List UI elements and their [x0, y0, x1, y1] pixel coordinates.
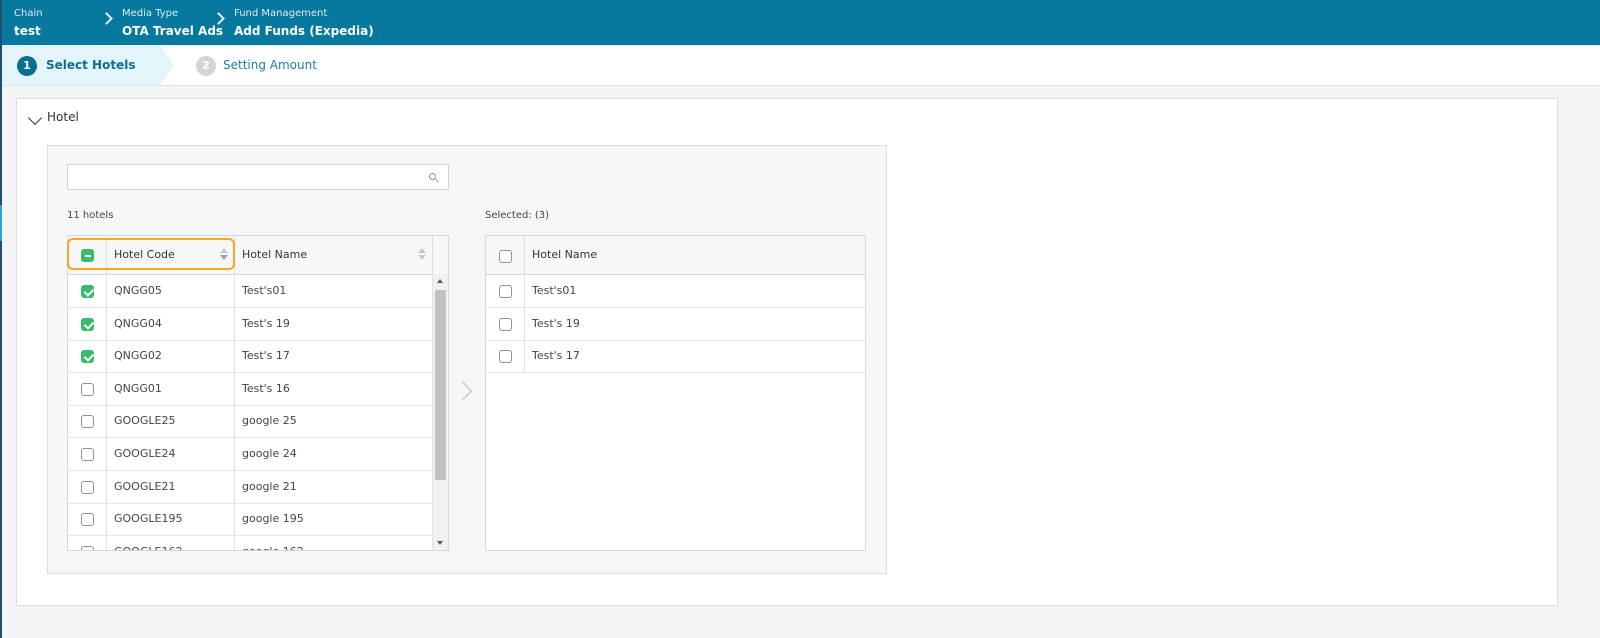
step-1-label[interactable]: Select Hotels [46, 57, 135, 74]
row-checkbox[interactable] [81, 350, 94, 364]
top-header: Chain test Media Type OTA Travel Ads Fun… [2, 0, 1600, 45]
hotel-name-cell: google 21 [242, 479, 297, 493]
table-row[interactable]: Test's 19 [486, 308, 865, 341]
window-left-edge-accent [0, 205, 2, 241]
scroll-thumb[interactable] [435, 290, 446, 480]
hotel-count: 11 hotels [67, 210, 114, 221]
row-checkbox[interactable] [499, 350, 512, 364]
table-row[interactable]: QNGG04 Test's 19 [68, 308, 433, 341]
breadcrumb-chain-label: Chain [14, 8, 43, 19]
hotel-name-cell: google 25 [242, 414, 297, 428]
breadcrumb-chain[interactable]: Chain test [14, 7, 43, 40]
table-row[interactable]: QNGG01 Test's 16 [68, 373, 433, 406]
hotel-code-highlight [67, 238, 235, 270]
selected-hotels-table: Hotel Name Test's01 Test's 19 Test's 17 [485, 235, 866, 551]
hotel-name-cell: google 195 [242, 512, 304, 526]
step-2-label[interactable]: Setting Amount [223, 57, 317, 74]
breadcrumb-fund-management-value: Add Funds (Expedia) [234, 24, 374, 38]
row-checkbox[interactable] [81, 480, 94, 494]
table-row[interactable]: GOOGLE162 google 162 [68, 536, 433, 550]
sort-icon[interactable] [418, 248, 426, 262]
selected-count: Selected: (3) [485, 210, 550, 221]
window-left-edge [0, 0, 2, 638]
search-icon[interactable] [429, 173, 436, 180]
table-row[interactable]: QNGG05 Test's01 [68, 275, 433, 308]
wizard-steps: 1 Select Hotels 2 Setting Amount [2, 45, 1600, 86]
breadcrumb-media-type-value: OTA Travel Ads [122, 24, 224, 38]
hotel-name-cell: Test's01 [242, 284, 287, 297]
breadcrumb-fund-management-label: Fund Management [234, 8, 328, 19]
table-row[interactable]: GOOGLE195 google 195 [68, 503, 433, 537]
table-header: Hotel Name [486, 236, 865, 275]
table-row[interactable]: Test's 17 [486, 340, 865, 374]
table-scrollbar[interactable] [432, 274, 448, 550]
hotel-name-cell: Test's 17 [532, 349, 580, 363]
hotel-code-cell: QNGG01 [114, 381, 162, 395]
hotel-name-cell: Test's01 [532, 284, 577, 297]
table-row[interactable]: GOOGLE25 google 25 [68, 405, 433, 439]
row-checkbox[interactable] [81, 285, 94, 298]
hotel-name-cell: Test's 17 [242, 349, 290, 363]
row-checkbox[interactable] [81, 448, 94, 461]
section-title-hotel[interactable]: Hotel [47, 110, 79, 124]
step-2-number: 2 [196, 56, 216, 76]
hotel-name-cell: google 24 [242, 447, 297, 460]
row-checkbox[interactable] [81, 317, 94, 331]
scroll-down-arrow-icon[interactable] [437, 541, 443, 545]
table-row[interactable]: Test's01 [486, 275, 865, 308]
hotel-code-cell: QNGG05 [114, 284, 162, 297]
column-header-hotel-name-label: Hotel Name [242, 248, 308, 261]
row-checkbox[interactable] [499, 285, 512, 298]
column-divider [432, 236, 433, 275]
table-row[interactable]: GOOGLE21 google 21 [68, 471, 433, 504]
hotel-code-cell: QNGG02 [114, 349, 162, 363]
hotel-code-cell: GOOGLE21 [114, 479, 176, 493]
breadcrumb-fund-management[interactable]: Fund Management Add Funds (Expedia) [234, 7, 374, 40]
breadcrumb-media-type[interactable]: Media Type OTA Travel Ads [122, 7, 223, 40]
row-checkbox[interactable] [81, 382, 94, 396]
breadcrumb-chain-value: test [14, 24, 41, 38]
available-hotels-table: Hotel Code Hotel Name QNGG05 Test's01 QNGG… [67, 235, 449, 551]
row-checkbox[interactable] [81, 513, 94, 527]
hotel-name-cell: google 162 [235, 536, 304, 550]
hotel-code-cell: GOOGLE24 [114, 447, 176, 460]
hotel-code-cell: GOOGLE25 [114, 414, 176, 428]
row-checkbox[interactable] [81, 415, 94, 429]
breadcrumb-media-type-label: Media Type [122, 8, 179, 19]
step-1-number: 1 [17, 56, 37, 76]
hotel-name-cell: Test's 16 [242, 381, 290, 395]
row-checkbox[interactable] [81, 545, 94, 550]
hotel-code-cell: GOOGLE195 [114, 512, 183, 526]
row-checkbox[interactable] [499, 317, 512, 331]
table-row[interactable]: QNGG02 Test's 17 [68, 340, 433, 374]
hotel-code-cell: QNGG04 [114, 316, 162, 330]
search-input[interactable] [67, 164, 449, 190]
chevron-right-icon [100, 12, 113, 25]
hotel-name-cell: Test's 19 [532, 316, 580, 330]
column-header-selected-hotel-name[interactable]: Hotel Name [525, 236, 865, 274]
select-all-selected-checkbox[interactable] [499, 250, 512, 263]
hotel-code-cell: GOOGLE162 [107, 536, 182, 550]
scroll-up-arrow-icon[interactable] [437, 279, 443, 283]
hotel-name-cell: Test's 19 [242, 316, 290, 330]
column-header-hotel-name[interactable]: Hotel Name [235, 236, 433, 274]
table-row[interactable]: GOOGLE24 google 24 [68, 438, 433, 471]
